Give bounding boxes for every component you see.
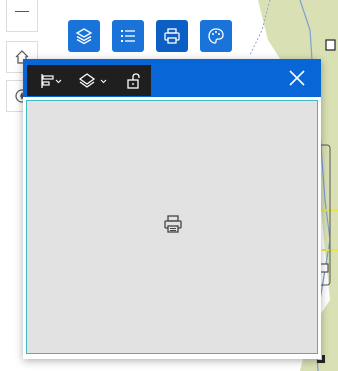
print-panel	[23, 59, 325, 363]
lock-toggle[interactable]	[117, 65, 151, 96]
layers-button[interactable]	[68, 20, 100, 52]
layers-icon	[75, 28, 93, 45]
panel-content	[26, 100, 318, 354]
list-icon	[121, 30, 135, 42]
close-icon[interactable]	[289, 70, 305, 86]
align-icon	[41, 73, 62, 88]
zoom-out-button[interactable]	[6, 0, 38, 32]
minus-icon	[15, 11, 29, 12]
legend-button[interactable]	[112, 20, 144, 52]
palette-icon	[208, 28, 224, 44]
printer-icon	[164, 28, 180, 44]
printer-icon	[164, 215, 182, 233]
unlock-icon	[127, 72, 140, 89]
widget-toolbar	[27, 65, 151, 96]
layers-icon	[78, 72, 107, 88]
align-dropdown[interactable]	[27, 65, 71, 96]
layer-dropdown[interactable]	[71, 65, 117, 96]
print-button[interactable]	[156, 20, 188, 52]
resize-handle[interactable]	[317, 355, 325, 363]
basemap-button[interactable]	[200, 20, 232, 52]
